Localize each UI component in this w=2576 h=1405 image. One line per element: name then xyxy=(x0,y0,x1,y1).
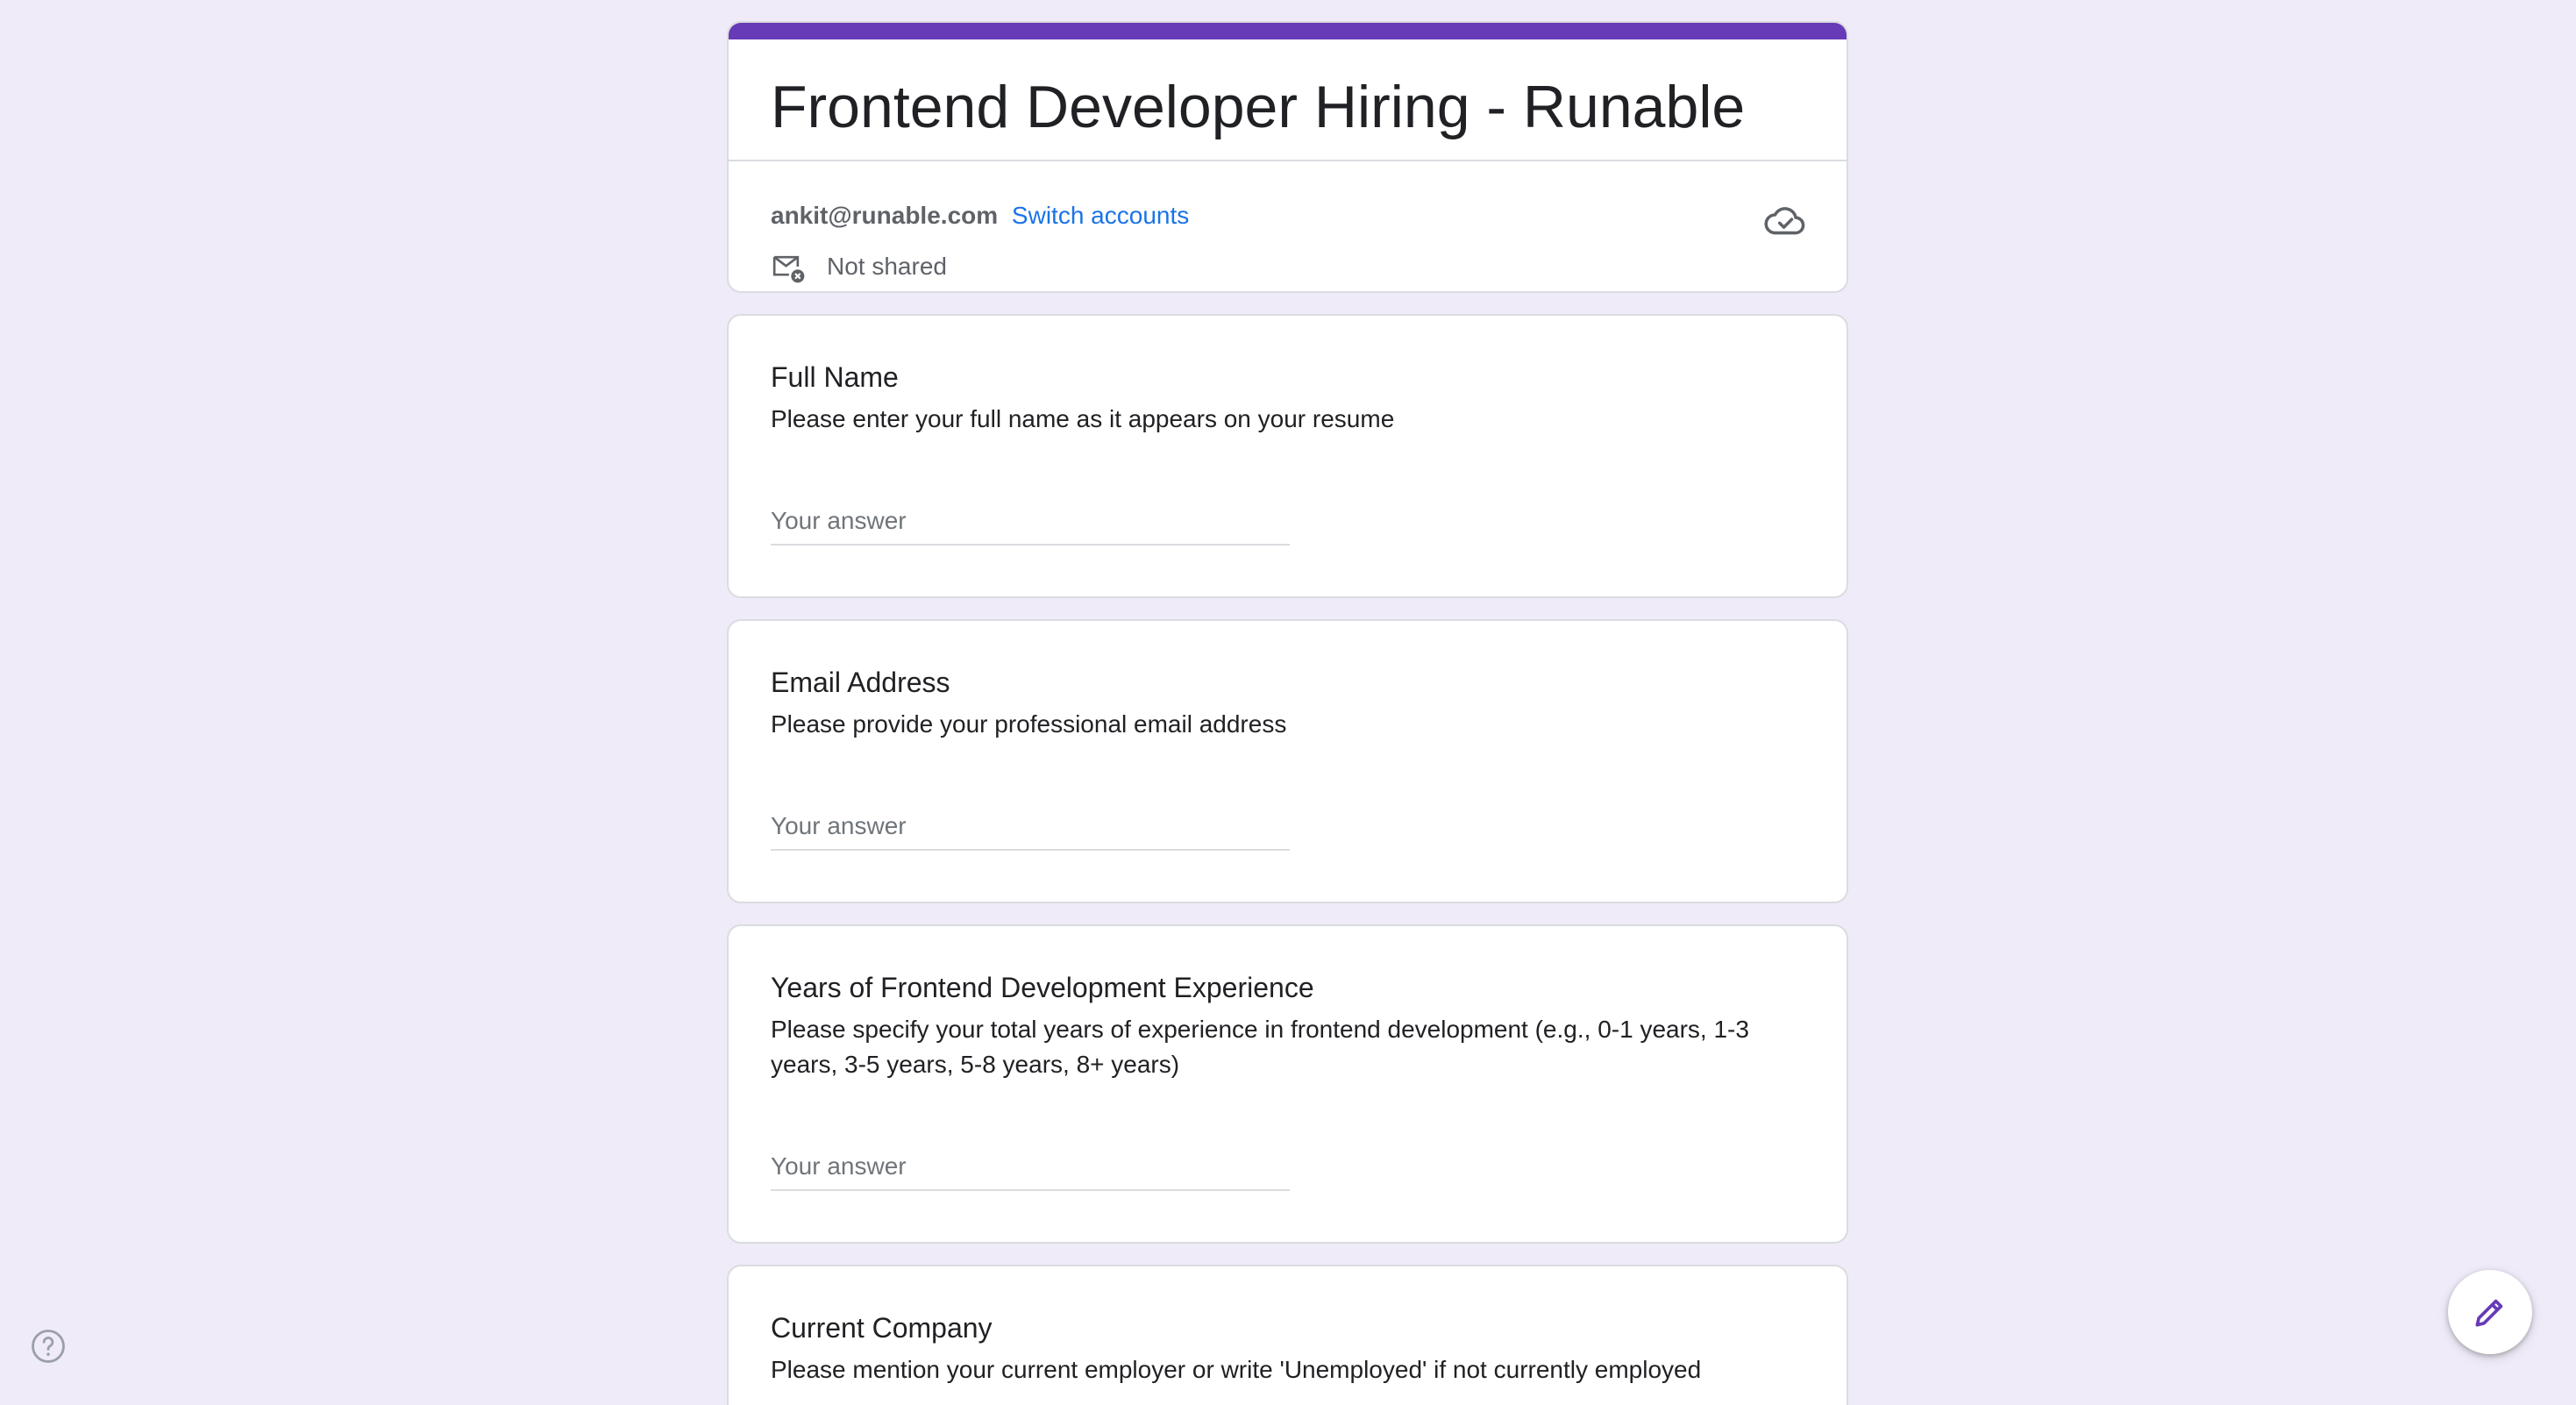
shared-status-text: Not shared xyxy=(827,253,947,280)
answer-field xyxy=(771,805,1290,851)
switch-accounts-link[interactable]: Switch accounts xyxy=(1012,202,1189,229)
header-divider xyxy=(729,160,1847,161)
question-title: Years of Frontend Development Experience xyxy=(771,972,1314,1003)
form-header-card: Frontend Developer Hiring - Runable anki… xyxy=(727,21,1848,293)
question-description: Please provide your professional email a… xyxy=(771,710,1287,738)
help-circle-icon[interactable] xyxy=(30,1328,67,1365)
account-email: ankit@runable.com xyxy=(771,202,999,229)
experience-input[interactable] xyxy=(771,1145,1290,1187)
question-description: Please mention your current employer or … xyxy=(771,1356,1702,1383)
email-input[interactable] xyxy=(771,805,1290,847)
shared-status-row: Not shared xyxy=(771,249,947,284)
answer-field xyxy=(771,1145,1290,1191)
question-description: Please specify your total years of exper… xyxy=(771,1016,1749,1078)
form-title: Frontend Developer Hiring - Runable xyxy=(771,74,1746,140)
question-title: Current Company xyxy=(771,1312,993,1344)
question-card-email: Email Address Please provide your profes… xyxy=(727,619,1848,903)
question-description: Please enter your full name as it appear… xyxy=(771,405,1395,432)
cloud-done-icon xyxy=(1764,207,1805,235)
full-name-input[interactable] xyxy=(771,500,1290,542)
answer-field xyxy=(771,500,1290,546)
edit-form-button[interactable] xyxy=(2448,1270,2532,1354)
header-accent-bar xyxy=(729,23,1847,39)
account-row: ankit@runable.com Switch accounts xyxy=(771,198,1189,233)
form-container: Frontend Developer Hiring - Runable anki… xyxy=(727,21,1848,1405)
question-card-current-company: Current Company Please mention your curr… xyxy=(727,1265,1848,1405)
question-card-experience: Years of Frontend Development Experience… xyxy=(727,924,1848,1244)
question-title: Email Address xyxy=(771,667,950,698)
question-title: Full Name xyxy=(771,361,899,393)
mail-not-shared-icon xyxy=(772,255,805,283)
question-card-full-name: Full Name Please enter your full name as… xyxy=(727,314,1848,598)
pencil-icon xyxy=(2475,1299,2503,1327)
